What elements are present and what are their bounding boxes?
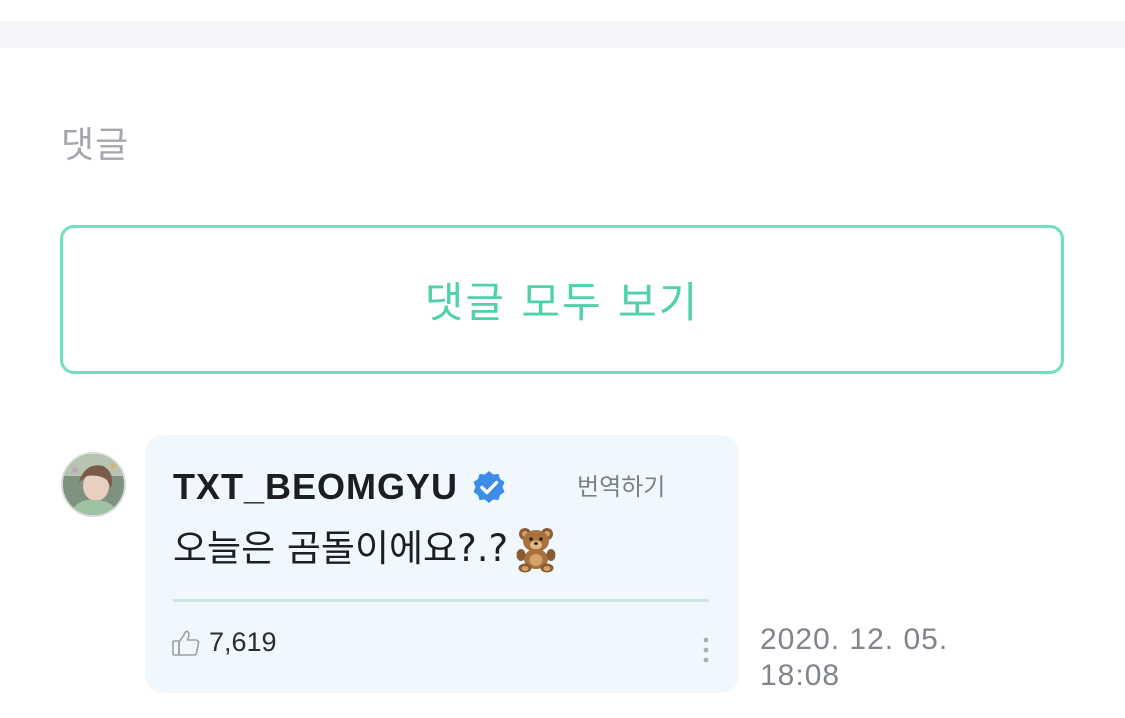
comment-timestamp: 2020. 12. 05. 18:08 [760, 623, 949, 692]
author-name[interactable]: TXT_BEOMGYU [173, 465, 458, 509]
comment-author-row: TXT_BEOMGYU [173, 465, 506, 509]
translate-button[interactable]: 번역하기 [577, 467, 665, 502]
like-button[interactable]: 7,619 [171, 627, 277, 658]
vertical-ellipsis-icon[interactable] [695, 635, 717, 665]
avatar[interactable] [61, 452, 126, 517]
teddy-bear-icon [516, 528, 556, 573]
thumbs-up-icon [172, 630, 200, 656]
top-separator-band [0, 21, 1125, 48]
comment-card: TXT_BEOMGYU 번역하기 오늘은 곰돌이에요?.? 7,619 [145, 435, 739, 693]
view-all-comments-button[interactable]: 댓글 모두 보기 [60, 225, 1064, 374]
verified-badge-icon [473, 471, 505, 503]
comments-section-title: 댓글 [61, 125, 130, 166]
like-count: 7,619 [209, 627, 277, 657]
comment-text: 오늘은 곰돌이에요?.? [173, 527, 509, 570]
comment-divider [173, 599, 709, 602]
avatar-image [63, 454, 124, 515]
comment-body: 오늘은 곰돌이에요?.? [173, 523, 560, 575]
view-all-comments-label: 댓글 모두 보기 [424, 278, 700, 327]
